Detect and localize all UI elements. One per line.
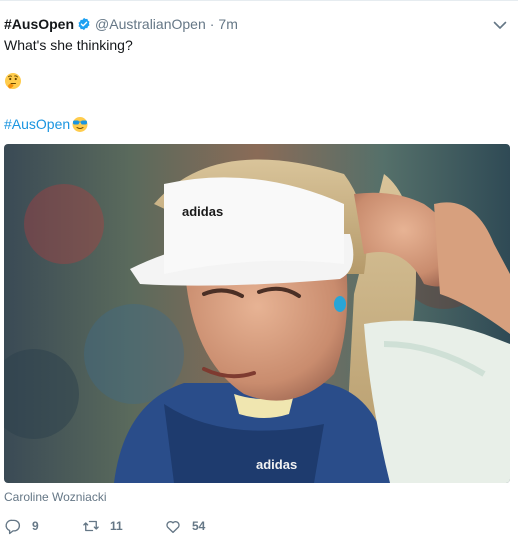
hashtag-text[interactable]: #AusOpen xyxy=(4,116,70,132)
verified-badge-icon xyxy=(78,17,90,31)
hashtag-link[interactable]: #AusOpen xyxy=(4,115,89,133)
retweet-icon[interactable] xyxy=(82,517,100,535)
author-handle[interactable]: @AustralianOpen xyxy=(95,16,206,32)
reply-button[interactable]: 9 xyxy=(4,517,82,535)
timestamp[interactable]: 7m xyxy=(218,16,237,32)
divider xyxy=(0,0,518,1)
tweet-card[interactable]: #AusOpen @AustralianOpen · 7m What's she… xyxy=(0,0,518,542)
reply-count: 9 xyxy=(32,519,39,533)
reply-icon[interactable] xyxy=(4,517,22,535)
tweet-header: #AusOpen @AustralianOpen · 7m xyxy=(4,15,238,33)
media-caption: Caroline Wozniacki xyxy=(4,490,107,504)
like-count: 54 xyxy=(192,519,206,533)
chevron-down-icon[interactable] xyxy=(492,17,508,33)
tweet-photo[interactable]: adidas adidas xyxy=(4,144,510,483)
ausopen-sunglasses-emoji xyxy=(72,117,88,132)
like-button[interactable]: 54 xyxy=(164,517,205,535)
shirt-logo-text: adidas xyxy=(256,457,297,472)
separator: · xyxy=(209,16,215,32)
retweet-count: 11 xyxy=(110,519,123,533)
player-photo-illustration: adidas adidas xyxy=(4,144,510,483)
heart-icon[interactable] xyxy=(164,517,182,535)
thinking-face-emoji xyxy=(5,73,21,89)
author-name[interactable]: #AusOpen xyxy=(4,16,74,32)
tweet-text: What's she thinking? xyxy=(4,37,133,53)
tweet-actions: 9 11 54 xyxy=(4,516,205,536)
visor-logo-text: adidas xyxy=(182,204,223,219)
retweet-button[interactable]: 11 xyxy=(82,517,164,535)
